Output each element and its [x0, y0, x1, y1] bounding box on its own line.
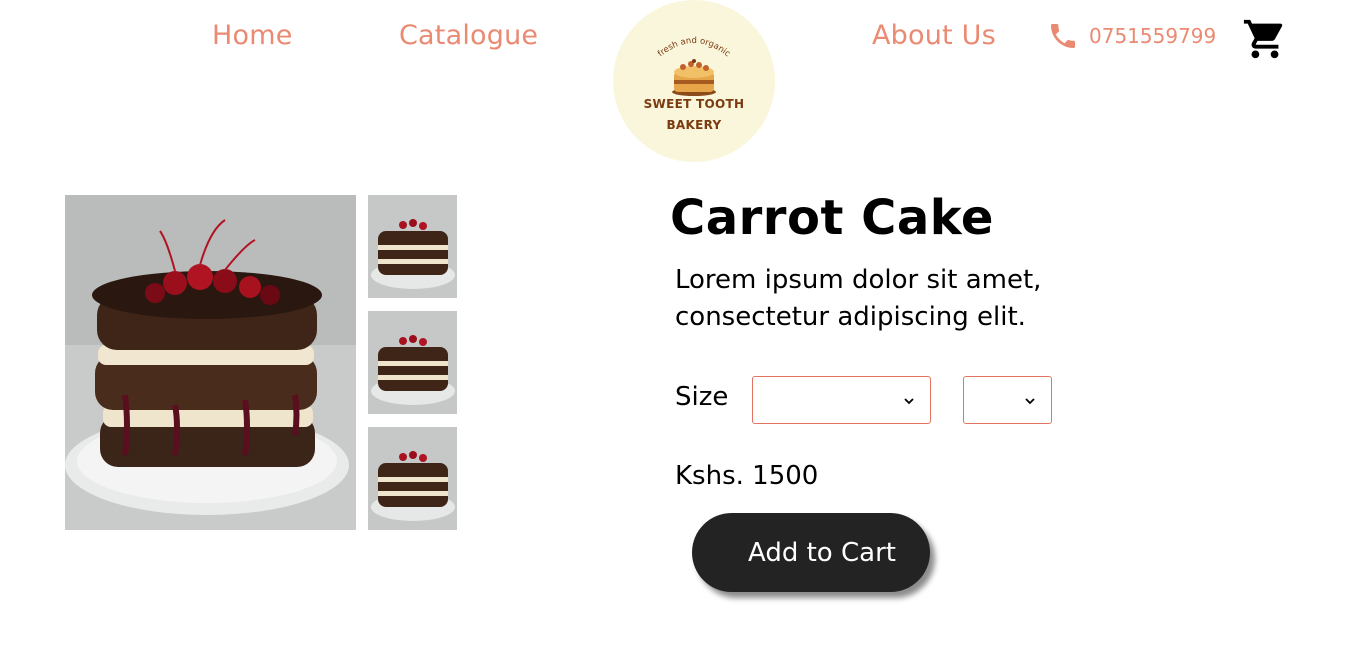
chevron-down-icon	[1025, 398, 1035, 405]
product-title: Carrot Cake	[670, 190, 994, 246]
chevron-down-icon	[904, 398, 914, 405]
phone-icon	[1051, 24, 1075, 48]
product-description: Lorem ipsum dolor sit amet, consectetur …	[675, 265, 1042, 332]
product-price: Kshs. 1500	[675, 461, 819, 491]
cart-icon[interactable]	[1242, 16, 1288, 62]
logo-name-line2: BAKERY	[666, 118, 722, 132]
product-thumbnail[interactable]	[368, 427, 457, 530]
svg-text:fresh and organic: fresh and organic	[656, 36, 732, 59]
logo-tagline: fresh and organic	[656, 36, 732, 59]
nav-about-link[interactable]: About Us	[872, 20, 996, 51]
logo-name-line1: SWEET TOOTH	[643, 97, 745, 111]
bakery-logo[interactable]: fresh and organic SWEET TOOTH BAKERY	[613, 0, 775, 162]
size-label: Size	[675, 382, 729, 412]
phone-number: 0751559799	[1089, 24, 1217, 48]
nav-home-link[interactable]: Home	[212, 20, 293, 51]
cake-logo-icon: fresh and organic	[656, 36, 732, 96]
nav-catalogue-link[interactable]: Catalogue	[399, 20, 538, 51]
size-select[interactable]	[752, 376, 931, 424]
phone-contact[interactable]: 0751559799	[1047, 20, 1216, 52]
product-thumbnail[interactable]	[368, 195, 457, 298]
product-main-image	[65, 195, 356, 530]
add-to-cart-button[interactable]: Add to Cart	[692, 513, 930, 592]
quantity-select[interactable]	[963, 376, 1052, 424]
product-thumbnail[interactable]	[368, 311, 457, 414]
